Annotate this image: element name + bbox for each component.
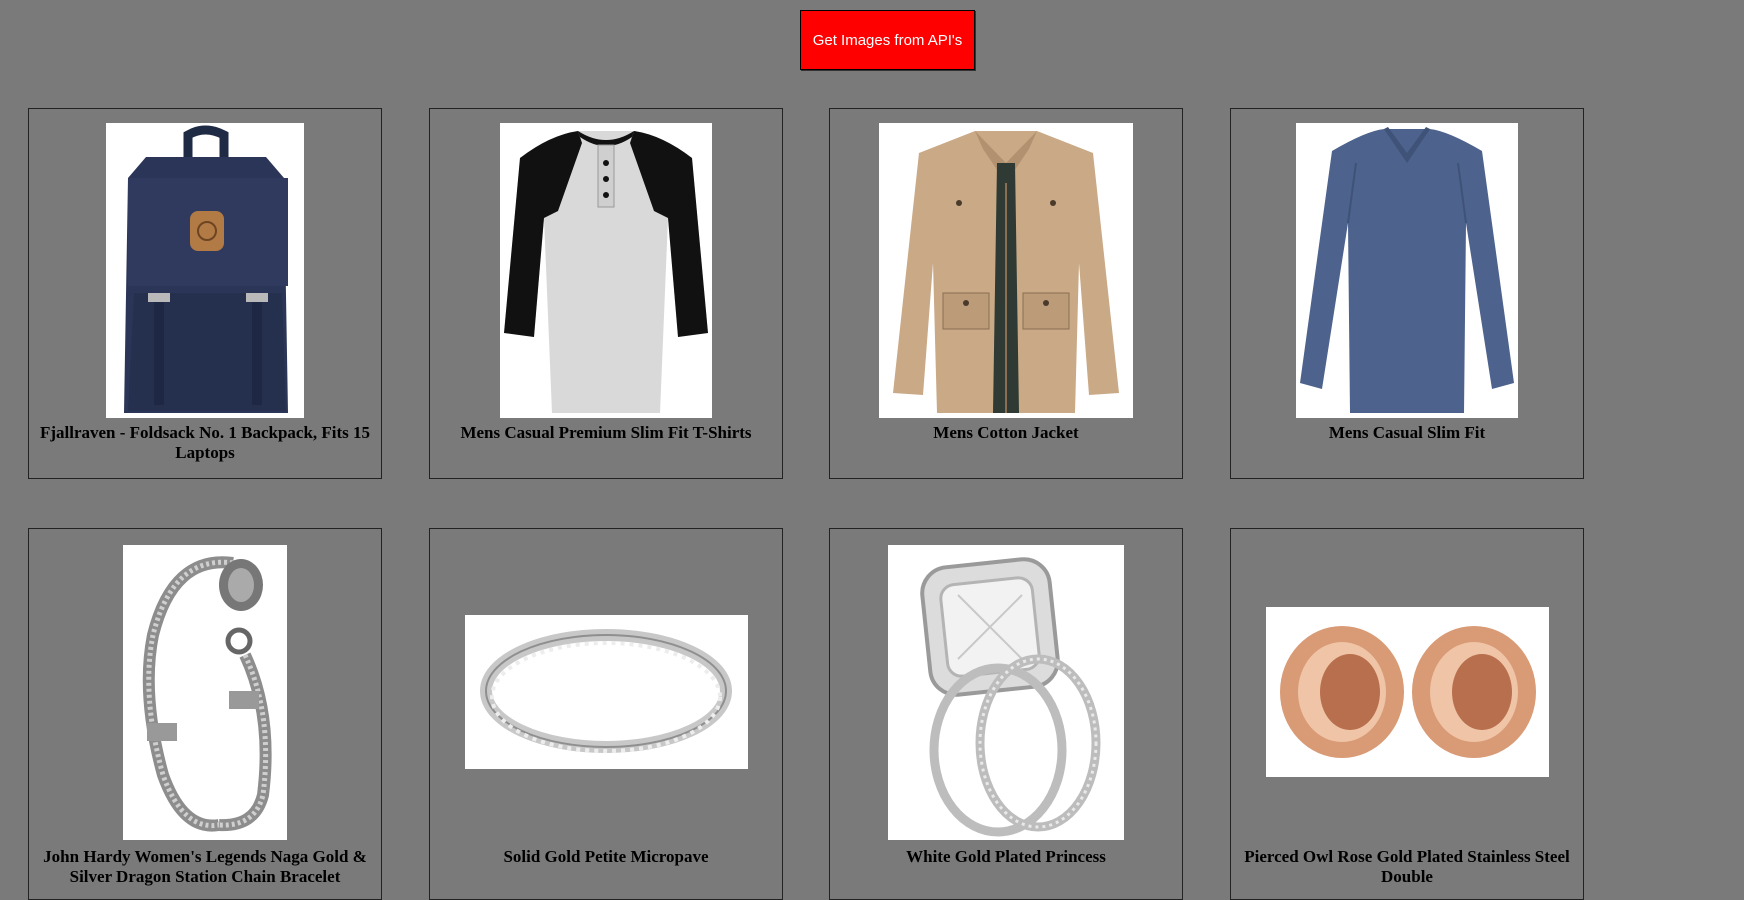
product-title: Mens Cotton Jacket	[933, 423, 1079, 442]
backpack-image	[106, 123, 304, 418]
product-image-area	[1231, 123, 1583, 418]
product-image-area	[830, 123, 1182, 418]
long-sleeve-shirt-image	[1296, 123, 1518, 418]
bracelet-image	[123, 544, 287, 840]
product-card-tshirt: Mens Casual Premium Slim Fit T-Shirts	[429, 108, 783, 479]
get-images-button[interactable]: Get Images from API's	[800, 10, 975, 70]
product-image-area	[29, 542, 381, 842]
product-title: John Hardy Women's Legends Naga Gold & S…	[43, 847, 367, 886]
product-title: Pierced Owl Rose Gold Plated Stainless S…	[1244, 847, 1570, 886]
product-card-backpack: Fjallraven - Foldsack No. 1 Backpack, Fi…	[28, 108, 382, 479]
product-card-bracelet: John Hardy Women's Legends Naga Gold & S…	[28, 528, 382, 900]
product-card-plugs: Pierced Owl Rose Gold Plated Stainless S…	[1230, 528, 1584, 900]
product-image-area	[29, 123, 381, 418]
product-card-micropave: Solid Gold Petite Micropave	[429, 528, 783, 900]
product-title: Solid Gold Petite Micropave	[503, 847, 709, 866]
product-card-jacket: Mens Cotton Jacket	[829, 108, 1183, 479]
ring-image	[464, 615, 748, 769]
product-title: Fjallraven - Foldsack No. 1 Backpack, Fi…	[39, 423, 371, 462]
product-card-princess: White Gold Plated Princess	[829, 528, 1183, 900]
rose-gold-plugs-image	[1265, 607, 1549, 777]
princess-ring-set-image	[888, 544, 1124, 840]
raglan-shirt-image	[500, 123, 712, 418]
jacket-image	[879, 123, 1133, 418]
product-title: Mens Casual Slim Fit	[1328, 423, 1486, 442]
product-card-slim-fit: Mens Casual Slim Fit	[1230, 108, 1584, 479]
product-image-area	[430, 542, 782, 842]
product-title: White Gold Plated Princess	[906, 847, 1106, 866]
product-image-area	[830, 542, 1182, 842]
product-image-area	[430, 123, 782, 418]
product-image-area	[1231, 542, 1583, 842]
product-title: Mens Casual Premium Slim Fit T-Shirts	[460, 423, 752, 442]
